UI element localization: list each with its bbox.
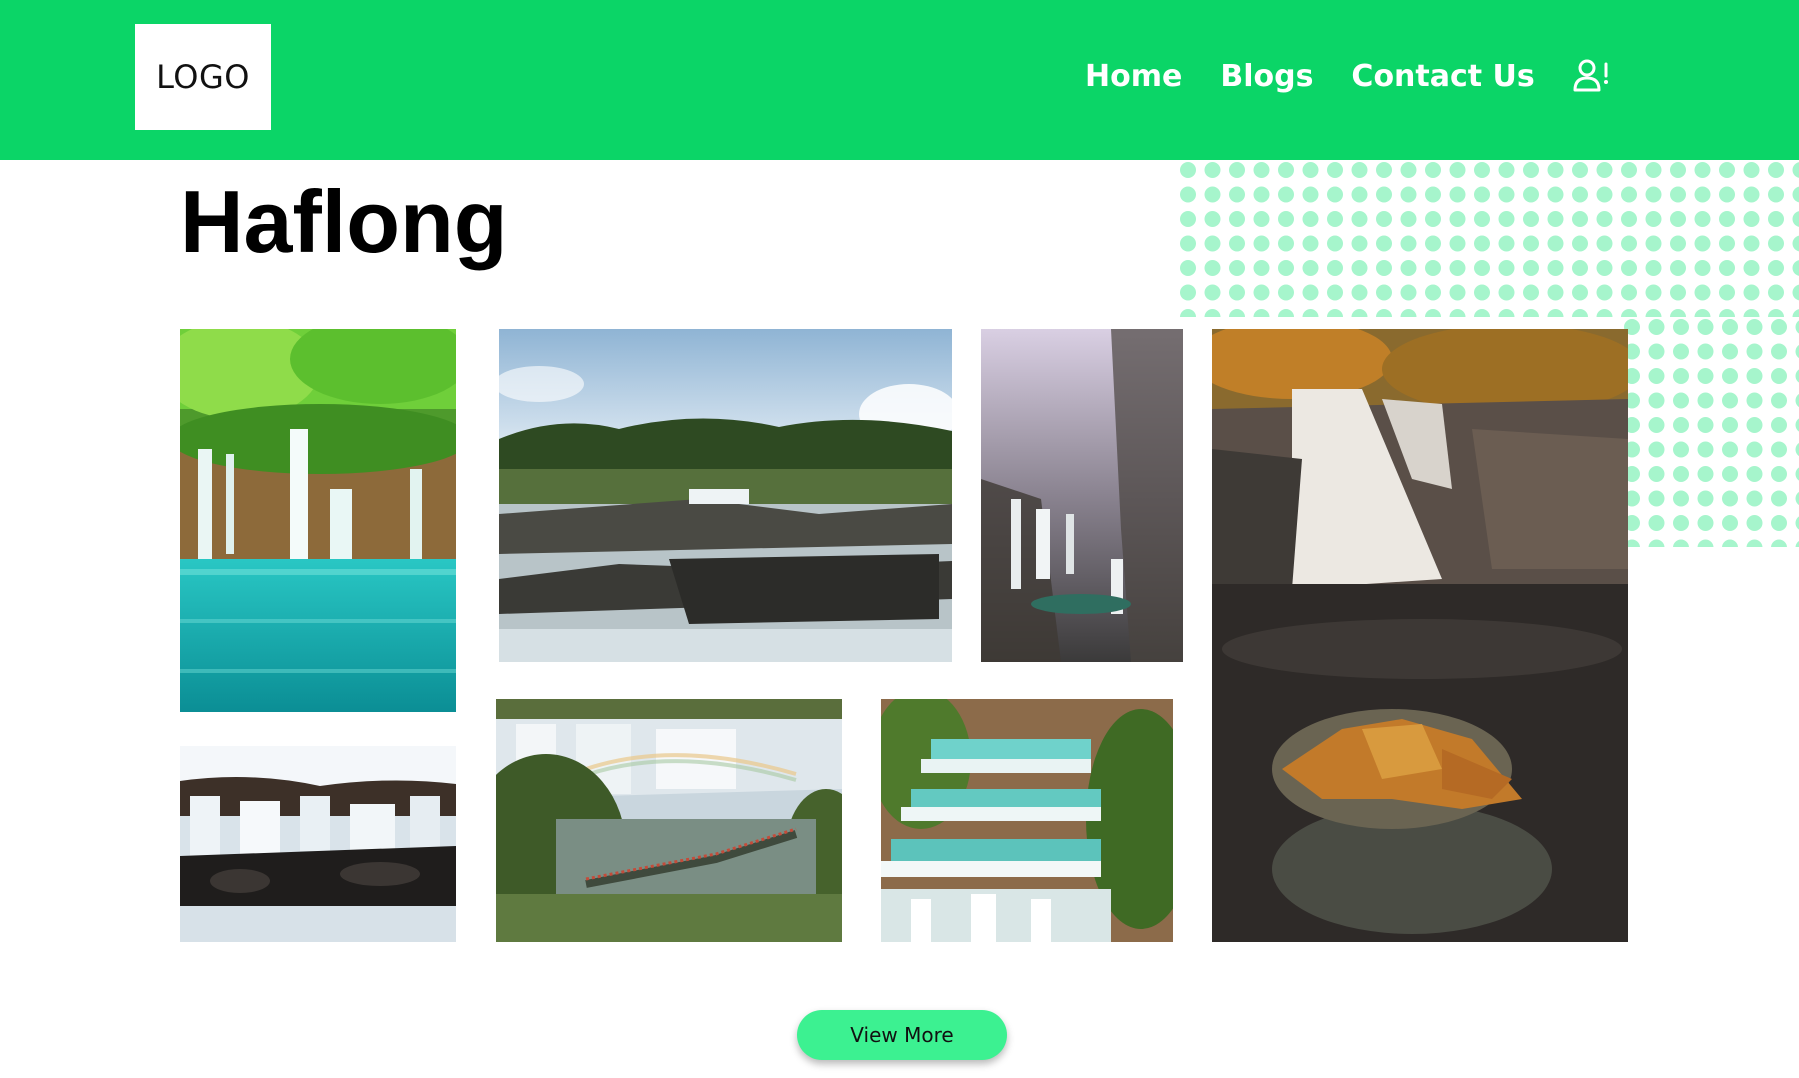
dot-pattern-top (1178, 160, 1799, 317)
gallery-image-rocky-river-rapids[interactable] (499, 329, 952, 662)
gallery-image-tiered-turquoise-cascades[interactable] (881, 699, 1173, 942)
page-title: Haflong (180, 172, 508, 271)
gallery-image-misty-gorge[interactable] (981, 329, 1183, 662)
nav-blogs-link[interactable]: Blogs (1220, 59, 1313, 94)
logo[interactable]: LOGO (135, 24, 271, 130)
site-header: LOGO Home Blogs Contact Us (0, 0, 1799, 160)
nav-contact-us-link[interactable]: Contact Us (1351, 59, 1534, 94)
gallery-image-wide-cascade-falls[interactable] (180, 746, 456, 942)
nav-home-link[interactable]: Home (1085, 59, 1182, 94)
dot-pattern-side (1622, 317, 1799, 547)
view-more-button[interactable]: View More (797, 1010, 1007, 1060)
main-nav: Home Blogs Contact Us (1085, 58, 1611, 94)
gallery-image-autumn-forest-waterfall[interactable] (1212, 329, 1628, 942)
gallery-image-turquoise-lagoon[interactable] (180, 329, 456, 712)
gallery-image-iguazu-falls-walkway[interactable] (496, 699, 842, 942)
user-alert-icon[interactable] (1573, 58, 1611, 94)
